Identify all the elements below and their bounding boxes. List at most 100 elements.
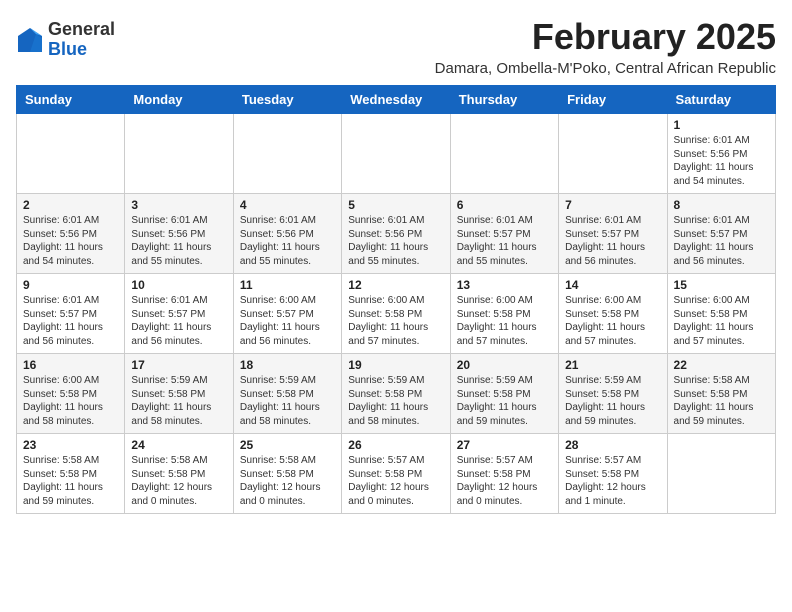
day-number: 19 xyxy=(348,358,443,372)
weekday-header-wednesday: Wednesday xyxy=(342,86,450,114)
calendar-cell xyxy=(17,114,125,194)
calendar-cell: 28 Sunrise: 5:57 AM Sunset: 5:58 PM Dayli… xyxy=(559,434,667,514)
calendar-week-3: 9 Sunrise: 6:01 AM Sunset: 5:57 PM Daylig… xyxy=(17,274,776,354)
calendar-cell: 20Sunrise: 5:59 AM Sunset: 5:58 PM Dayli… xyxy=(450,354,558,434)
day-info: Sunrise: 6:00 AM Sunset: 5:58 PM Dayligh… xyxy=(457,294,552,348)
calendar-cell: 5 Sunrise: 6:01 AM Sunset: 5:56 PM Daylig… xyxy=(342,194,450,274)
day-number: 1 xyxy=(674,118,769,132)
day-number: 10 xyxy=(131,278,226,292)
day-number: 17 xyxy=(131,358,226,372)
day-number: 14 xyxy=(565,278,660,292)
calendar-cell: 7 Sunrise: 6:01 AM Sunset: 5:57 PM Daylig… xyxy=(559,194,667,274)
day-number: 24 xyxy=(131,438,226,452)
logo-icon xyxy=(16,26,44,54)
weekday-header-tuesday: Tuesday xyxy=(233,86,341,114)
day-number: 18 xyxy=(240,358,335,372)
day-info: Sunrise: 5:59 AM Sunset: 5:58 PM Dayligh… xyxy=(565,374,660,428)
calendar-cell: 16 Sunrise: 6:00 AM Sunset: 5:58 PM Dayli… xyxy=(17,354,125,434)
calendar-week-5: 23 Sunrise: 5:58 AM Sunset: 5:58 PM Dayli… xyxy=(17,434,776,514)
calendar-cell: 25 Sunrise: 5:58 AM Sunset: 5:58 PM Dayli… xyxy=(233,434,341,514)
day-number: 11 xyxy=(240,278,335,292)
day-info: Sunrise: 5:57 AM Sunset: 5:58 PM Dayligh… xyxy=(565,454,660,508)
calendar-cell: 9 Sunrise: 6:01 AM Sunset: 5:57 PM Daylig… xyxy=(17,274,125,354)
month-year-title: February 2025 xyxy=(435,16,776,58)
day-info: Sunrise: 6:00 AM Sunset: 5:58 PM Dayligh… xyxy=(23,374,118,428)
day-number: 7 xyxy=(565,198,660,212)
day-number: 2 xyxy=(23,198,118,212)
calendar-cell xyxy=(450,114,558,194)
day-number: 9 xyxy=(23,278,118,292)
day-info: Sunrise: 5:58 AM Sunset: 5:58 PM Dayligh… xyxy=(240,454,335,508)
weekday-header-saturday: Saturday xyxy=(667,86,775,114)
day-number: 16 xyxy=(23,358,118,372)
day-number: 3 xyxy=(131,198,226,212)
day-info: Sunrise: 5:58 AM Sunset: 5:58 PM Dayligh… xyxy=(23,454,118,508)
calendar-cell: 4Sunrise: 6:01 AM Sunset: 5:56 PM Daylig… xyxy=(233,194,341,274)
day-number: 6 xyxy=(457,198,552,212)
calendar-cell: 1 Sunrise: 6:01 AM Sunset: 5:56 PM Daylig… xyxy=(667,114,775,194)
page-header: General Blue February 2025 Damara, Ombel… xyxy=(16,16,776,77)
day-info: Sunrise: 6:01 AM Sunset: 5:56 PM Dayligh… xyxy=(674,134,769,188)
title-block: February 2025 Damara, Ombella-M'Poko, Ce… xyxy=(435,16,776,77)
calendar-cell xyxy=(125,114,233,194)
day-number: 12 xyxy=(348,278,443,292)
day-info: Sunrise: 6:00 AM Sunset: 5:58 PM Dayligh… xyxy=(348,294,443,348)
day-number: 5 xyxy=(348,198,443,212)
day-number: 8 xyxy=(674,198,769,212)
calendar-cell xyxy=(342,114,450,194)
day-number: 26 xyxy=(348,438,443,452)
day-number: 25 xyxy=(240,438,335,452)
day-info: Sunrise: 6:01 AM Sunset: 5:57 PM Dayligh… xyxy=(457,214,552,268)
calendar-week-4: 16 Sunrise: 6:00 AM Sunset: 5:58 PM Dayli… xyxy=(17,354,776,434)
day-number: 15 xyxy=(674,278,769,292)
calendar-cell: 23 Sunrise: 5:58 AM Sunset: 5:58 PM Dayli… xyxy=(17,434,125,514)
calendar-cell: 14Sunrise: 6:00 AM Sunset: 5:58 PM Dayli… xyxy=(559,274,667,354)
day-info: Sunrise: 5:59 AM Sunset: 5:58 PM Dayligh… xyxy=(131,374,226,428)
calendar-cell: 21 Sunrise: 5:59 AM Sunset: 5:58 PM Dayli… xyxy=(559,354,667,434)
day-number: 28 xyxy=(565,438,660,452)
calendar-cell: 22 Sunrise: 5:58 AM Sunset: 5:58 PM Dayli… xyxy=(667,354,775,434)
day-info: Sunrise: 5:59 AM Sunset: 5:58 PM Dayligh… xyxy=(348,374,443,428)
day-info: Sunrise: 6:01 AM Sunset: 5:56 PM Dayligh… xyxy=(131,214,226,268)
day-info: Sunrise: 6:01 AM Sunset: 5:57 PM Dayligh… xyxy=(131,294,226,348)
calendar-cell: 19 Sunrise: 5:59 AM Sunset: 5:58 PM Dayli… xyxy=(342,354,450,434)
day-info: Sunrise: 6:01 AM Sunset: 5:56 PM Dayligh… xyxy=(348,214,443,268)
calendar-cell: 17 Sunrise: 5:59 AM Sunset: 5:58 PM Dayli… xyxy=(125,354,233,434)
day-info: Sunrise: 5:59 AM Sunset: 5:58 PM Dayligh… xyxy=(240,374,335,428)
calendar-cell: 18 Sunrise: 5:59 AM Sunset: 5:58 PM Dayli… xyxy=(233,354,341,434)
logo-text: General Blue xyxy=(48,20,115,60)
day-info: Sunrise: 5:58 AM Sunset: 5:58 PM Dayligh… xyxy=(674,374,769,428)
calendar-cell: 11 Sunrise: 6:00 AM Sunset: 5:57 PM Dayli… xyxy=(233,274,341,354)
day-info: Sunrise: 6:01 AM Sunset: 5:57 PM Dayligh… xyxy=(674,214,769,268)
weekday-header-row: SundayMondayTuesdayWednesdayThursdayFrid… xyxy=(17,86,776,114)
calendar-cell: 6 Sunrise: 6:01 AM Sunset: 5:57 PM Daylig… xyxy=(450,194,558,274)
day-info: Sunrise: 6:00 AM Sunset: 5:57 PM Dayligh… xyxy=(240,294,335,348)
day-info: Sunrise: 6:01 AM Sunset: 5:57 PM Dayligh… xyxy=(23,294,118,348)
calendar-cell: 12 Sunrise: 6:00 AM Sunset: 5:58 PM Dayli… xyxy=(342,274,450,354)
calendar-cell: 27 Sunrise: 5:57 AM Sunset: 5:58 PM Dayli… xyxy=(450,434,558,514)
day-info: Sunrise: 5:57 AM Sunset: 5:58 PM Dayligh… xyxy=(348,454,443,508)
day-number: 21 xyxy=(565,358,660,372)
day-number: 22 xyxy=(674,358,769,372)
weekday-header-thursday: Thursday xyxy=(450,86,558,114)
calendar-week-1: 1 Sunrise: 6:01 AM Sunset: 5:56 PM Daylig… xyxy=(17,114,776,194)
day-info: Sunrise: 6:00 AM Sunset: 5:58 PM Dayligh… xyxy=(674,294,769,348)
calendar-cell: 15 Sunrise: 6:00 AM Sunset: 5:58 PM Dayli… xyxy=(667,274,775,354)
calendar-cell: 8 Sunrise: 6:01 AM Sunset: 5:57 PM Daylig… xyxy=(667,194,775,274)
calendar-cell xyxy=(233,114,341,194)
day-info: Sunrise: 5:57 AM Sunset: 5:58 PM Dayligh… xyxy=(457,454,552,508)
calendar-cell: 13 Sunrise: 6:00 AM Sunset: 5:58 PM Dayli… xyxy=(450,274,558,354)
calendar-cell: 24 Sunrise: 5:58 AM Sunset: 5:58 PM Dayli… xyxy=(125,434,233,514)
day-number: 27 xyxy=(457,438,552,452)
day-info: Sunrise: 6:01 AM Sunset: 5:57 PM Dayligh… xyxy=(565,214,660,268)
day-info: Sunrise: 5:58 AM Sunset: 5:58 PM Dayligh… xyxy=(131,454,226,508)
weekday-header-sunday: Sunday xyxy=(17,86,125,114)
day-number: 4 xyxy=(240,198,335,212)
day-number: 23 xyxy=(23,438,118,452)
calendar-cell: 10 Sunrise: 6:01 AM Sunset: 5:57 PM Dayli… xyxy=(125,274,233,354)
calendar-table: SundayMondayTuesdayWednesdayThursdayFrid… xyxy=(16,85,776,514)
logo: General Blue xyxy=(16,20,115,60)
weekday-header-friday: Friday xyxy=(559,86,667,114)
day-number: 13 xyxy=(457,278,552,292)
calendar-cell: 3 Sunrise: 6:01 AM Sunset: 5:56 PM Daylig… xyxy=(125,194,233,274)
